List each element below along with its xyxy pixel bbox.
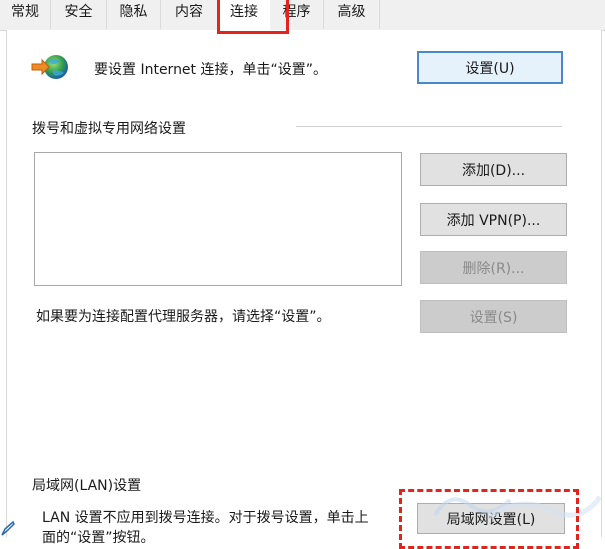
lan-group-title: 局域网(LAN)设置	[32, 478, 142, 494]
dialup-group-title: 拨号和虚拟专用网络设置	[32, 121, 186, 137]
lan-description-line2: 面的“设置”按钮。	[42, 530, 155, 546]
setup-description: 要设置 Internet 连接，单击“设置”。	[94, 62, 327, 78]
setup-button[interactable]: 设置(U)	[417, 51, 563, 84]
watermark-logo	[433, 495, 603, 520]
tab-strip: 常规 安全 隐私 内容 连接 程序 高级	[0, 0, 605, 31]
tab-programs[interactable]: 程序	[270, 0, 324, 29]
globe-with-arrow-icon	[31, 55, 68, 79]
lan-description-line1: LAN 设置不应用到拨号连接。对于拨号设置，单击上	[42, 510, 369, 526]
dialup-group-divider	[296, 126, 562, 127]
add-connection-button[interactable]: 添加(D)...	[420, 153, 567, 186]
remove-connection-button[interactable]: 删除(R)...	[420, 251, 567, 284]
connection-settings-button[interactable]: 设置(S)	[420, 300, 567, 333]
tab-connections[interactable]: 连接	[218, 0, 270, 31]
tab-advanced[interactable]: 高级	[324, 0, 380, 29]
pen-icon	[1, 520, 15, 536]
tab-general[interactable]: 常规	[0, 0, 51, 29]
tab-privacy[interactable]: 隐私	[107, 0, 161, 29]
proxy-description: 如果要为连接配置代理服务器，请选择“设置”。	[36, 309, 331, 325]
tab-content[interactable]: 内容	[161, 0, 218, 29]
tab-security[interactable]: 安全	[51, 0, 107, 29]
add-vpn-button[interactable]: 添加 VPN(P)...	[420, 203, 567, 236]
connection-list[interactable]	[34, 152, 402, 286]
